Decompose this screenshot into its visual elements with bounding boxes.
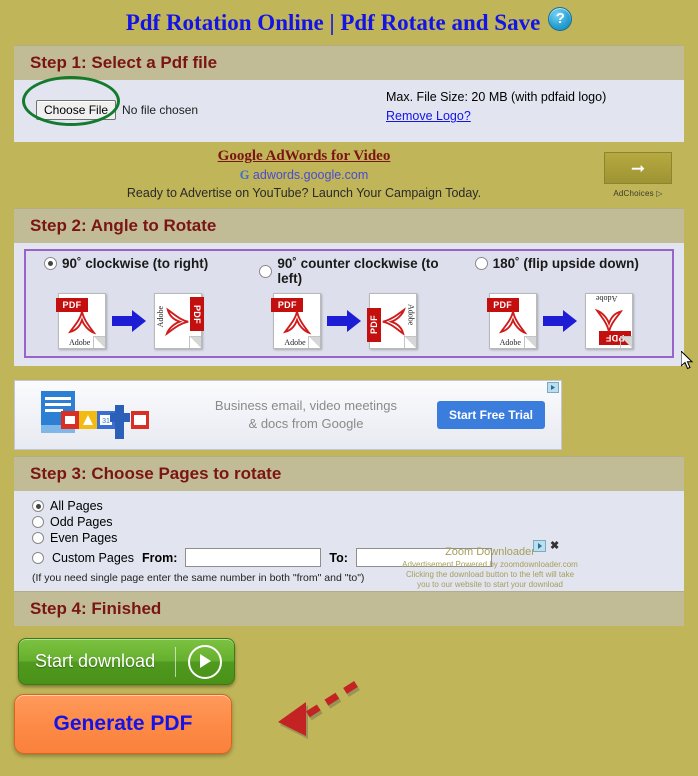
radio-180-flip[interactable] xyxy=(474,257,488,270)
step4-heading: Step 4: Finished xyxy=(14,591,684,626)
play-circle-icon xyxy=(188,644,222,679)
label-custom-pages: Custom Pages xyxy=(52,550,134,565)
bottom-ad-line1: Advertisement Powered by zoomdownloader.… xyxy=(402,559,578,569)
generate-pdf-button[interactable]: Generate PDF xyxy=(14,694,232,754)
ad-arrow-button[interactable]: ➞ xyxy=(604,152,672,184)
adchoices-icon[interactable] xyxy=(547,382,559,393)
radio-odd-pages[interactable] xyxy=(32,516,44,528)
file-status-label: No file chosen xyxy=(122,103,199,117)
help-question-icon[interactable]: ? xyxy=(548,6,573,31)
radio-even-pages[interactable] xyxy=(32,532,44,544)
angle-label-180: 180˚ (flip upside down) xyxy=(492,256,639,271)
bottom-ad-line3: you to our website to start your downloa… xyxy=(417,579,563,589)
start-download-button[interactable]: Start download xyxy=(18,638,235,685)
file-picker-group: Choose File No file chosen xyxy=(14,76,386,132)
start-free-trial-button[interactable]: Start Free Trial xyxy=(436,401,545,429)
step3-heading: Step 3: Choose Pages to rotate xyxy=(14,456,684,491)
step2-body: 90˚ clockwise (to right) 90˚ counter clo… xyxy=(14,243,684,366)
banner-ad-line2: & docs from Google xyxy=(248,416,364,431)
banner-ad-inner[interactable]: 31 Business email, video meetings & docs… xyxy=(14,380,562,450)
page-header: Pdf Rotation Online | Pdf Rotate and Sav… xyxy=(0,0,698,45)
from-label: From: xyxy=(141,550,178,565)
ad-description: Ready to Advertise on YouTube? Launch Yo… xyxy=(126,186,482,200)
close-x-icon[interactable]: ✖ xyxy=(550,541,559,552)
angle-label-cw: 90˚ clockwise (to right) xyxy=(62,256,209,271)
google-g-icon: G xyxy=(239,168,250,182)
label-all-pages: All Pages xyxy=(50,499,103,513)
step4-panel: Step 4: Finished xyxy=(14,591,684,626)
blue-arrow-right-icon xyxy=(112,310,146,332)
google-apps-icon: 31 xyxy=(15,385,175,445)
mouse-pointer-icon xyxy=(681,351,694,370)
ad-copy: Google AdWords for Video G adwords.googl… xyxy=(0,148,578,200)
file-size-info: Max. File Size: 20 MB (with pdfaid logo)… xyxy=(386,88,606,132)
page-root: Pdf Rotation Online | Pdf Rotate and Sav… xyxy=(0,0,698,754)
red-dashed-arrow-icon xyxy=(278,681,360,739)
step4-body: Start download Generate PDF xyxy=(0,626,698,776)
radio-90-counter-clockwise[interactable] xyxy=(259,264,273,278)
bottom-advertisement[interactable]: Zoom Downloader Advertisement Powered by… xyxy=(390,546,590,590)
page-option-odd[interactable]: Odd Pages xyxy=(32,515,684,529)
angle-option-cw[interactable]: 90˚ clockwise (to right) xyxy=(26,256,241,286)
pdf-doc-icon-before-3: PDF Adobe xyxy=(486,293,537,349)
ad-url: G adwords.google.com xyxy=(30,168,578,183)
blue-arrow-right-icon-2 xyxy=(327,310,362,332)
page-title: Pdf Rotation Online | Pdf Rotate and Sav… xyxy=(125,9,541,35)
blue-arrow-right-icon-3 xyxy=(542,310,577,332)
step1-heading: Step 1: Select a Pdf file xyxy=(14,45,684,80)
adchoices-icon-bottom[interactable] xyxy=(533,540,546,552)
angle-option-ccw[interactable]: 90˚ counter clockwise (to left) xyxy=(241,256,456,286)
illustration-cw: PDF Adobe PDF Adobe xyxy=(26,286,241,350)
radio-custom-pages[interactable] xyxy=(32,551,44,564)
step1-panel: Step 1: Select a Pdf file Choose File No… xyxy=(14,45,684,142)
angle-illustrations-row: PDF Adobe PDF Adobe PDF Adobe PDF Adobe … xyxy=(26,286,672,350)
banner-ad-text: Business email, video meetings & docs fr… xyxy=(175,397,437,432)
banner-advertisement[interactable]: 31 Business email, video meetings & docs… xyxy=(14,380,562,450)
text-advertisement[interactable]: Google AdWords for Video G adwords.googl… xyxy=(0,142,698,208)
radio-all-pages[interactable] xyxy=(32,500,44,512)
illustration-ccw: PDF Adobe PDF Adobe xyxy=(241,286,456,350)
angle-option-180[interactable]: 180˚ (flip upside down) xyxy=(457,256,672,286)
pdf-doc-icon-after-cw: PDF Adobe xyxy=(154,293,204,349)
label-even-pages: Even Pages xyxy=(50,531,118,545)
generate-pdf-label: Generate PDF xyxy=(53,712,193,735)
illustration-180: PDF Adobe PDF Adobe xyxy=(457,286,672,350)
pdf-doc-icon-after-180: PDF Adobe xyxy=(584,293,633,349)
right-arrow-icon: ➞ xyxy=(630,158,646,178)
ad-side: ➞ AdChoices ▷ xyxy=(578,148,698,198)
pdf-doc-icon-after-ccw: PDF Adobe xyxy=(367,293,418,349)
from-input[interactable] xyxy=(185,548,322,567)
ad-title-link[interactable]: Google AdWords for Video xyxy=(30,148,578,165)
start-download-label: Start download xyxy=(35,651,156,671)
radio-90-clockwise[interactable] xyxy=(44,257,57,270)
label-odd-pages: Odd Pages xyxy=(50,515,113,529)
choose-file-button[interactable]: Choose File xyxy=(36,100,117,120)
adchoices-label[interactable]: AdChoices ▷ xyxy=(578,189,698,198)
bottom-ad-controls[interactable]: ✖ xyxy=(533,540,559,552)
angle-label-ccw: 90˚ counter clockwise (to left) xyxy=(277,256,439,286)
angle-labels-row: 90˚ clockwise (to right) 90˚ counter clo… xyxy=(26,256,672,286)
pdf-doc-icon-before: PDF Adobe xyxy=(56,293,106,349)
step1-body: Choose File No file chosen Max. File Siz… xyxy=(14,76,684,142)
bottom-ad-line2: Clicking the download button to the left… xyxy=(405,569,575,579)
divider xyxy=(175,646,176,677)
page-option-even[interactable]: Even Pages xyxy=(32,531,684,545)
angle-options-box: 90˚ clockwise (to right) 90˚ counter clo… xyxy=(24,249,674,358)
step2-panel: Step 2: Angle to Rotate 90˚ clockwise (t… xyxy=(14,208,684,366)
to-label: To: xyxy=(329,550,348,565)
svg-text:31: 31 xyxy=(102,418,110,425)
spacer xyxy=(0,366,698,374)
ad-url-text: adwords.google.com xyxy=(252,168,369,182)
max-file-size-text: Max. File Size: 20 MB (with pdfaid logo) xyxy=(386,90,607,104)
step2-heading: Step 2: Angle to Rotate xyxy=(14,208,684,243)
page-option-all[interactable]: All Pages xyxy=(32,499,684,513)
pdf-doc-icon-before-2: PDF Adobe xyxy=(271,293,322,349)
bottom-ad-title: Zoom Downloader xyxy=(445,546,535,558)
remove-logo-link[interactable]: Remove Logo? xyxy=(386,109,471,123)
banner-ad-line1: Business email, video meetings xyxy=(214,398,398,414)
